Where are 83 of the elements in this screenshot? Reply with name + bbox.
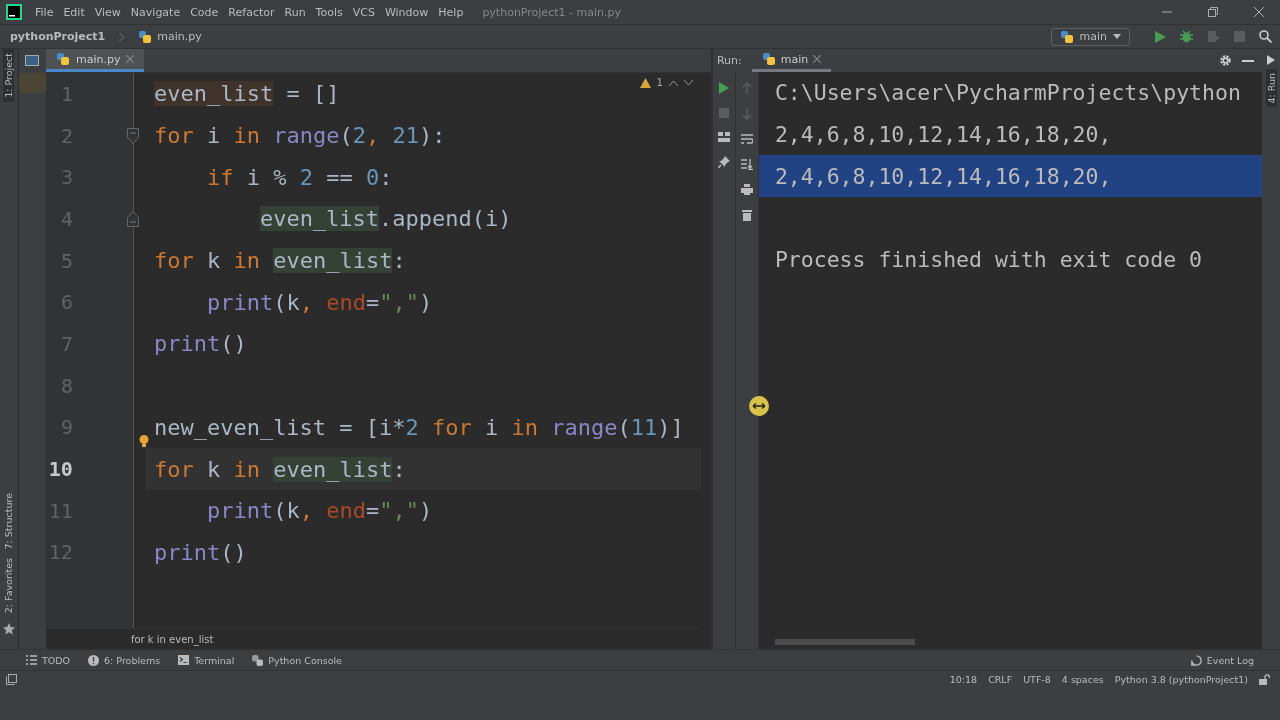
- code-breadcrumb[interactable]: for k in even_list: [130, 633, 214, 645]
- bulb-icon[interactable]: [138, 434, 149, 447]
- editor-tab[interactable]: main.py: [45, 49, 145, 72]
- close-icon[interactable]: [813, 55, 822, 63]
- bug-icon[interactable]: [1180, 30, 1193, 43]
- status-item[interactable]: 10:18: [949, 674, 978, 685]
- python-icon: [761, 52, 776, 66]
- panel-layout-icon[interactable]: [25, 54, 40, 66]
- file-crumb[interactable]: main.py: [157, 30, 202, 43]
- chevron-icon: [119, 31, 125, 42]
- menu-item[interactable]: Run: [279, 5, 311, 19]
- console-line: C:\Users\acer\PycharmProjects\python: [773, 79, 1242, 108]
- favorites-tool-tab[interactable]: 2: Favorites: [3, 553, 15, 617]
- speech-bubble-icon: [1190, 654, 1202, 666]
- fold-icon[interactable]: [127, 127, 140, 144]
- status-item[interactable]: UTF-8: [1023, 674, 1051, 685]
- app-logo-icon: [6, 4, 22, 20]
- rerun-icon[interactable]: [718, 82, 729, 94]
- python-file-icon: [138, 29, 153, 44]
- code-line: if i % 2 == 0:: [205, 163, 394, 192]
- python-file-icon: [55, 52, 70, 66]
- menu-item[interactable]: File: [30, 5, 59, 19]
- menu-item[interactable]: Code: [185, 5, 224, 19]
- console-line: Process finished with exit code 0: [773, 246, 1204, 275]
- status-item[interactable]: Python 3.8 (pythonProject1): [1114, 674, 1248, 685]
- project-crumb[interactable]: pythonProject1: [10, 30, 106, 43]
- warning-count: 1: [656, 77, 663, 88]
- minimize-icon[interactable]: [1242, 59, 1254, 62]
- caret-icon: [1113, 34, 1121, 39]
- list-icon: [26, 655, 37, 665]
- exclamation-icon: [88, 654, 100, 666]
- python-icon: [252, 654, 264, 666]
- trash-icon[interactable]: [741, 209, 752, 221]
- run-icon[interactable]: [1154, 30, 1166, 43]
- tool-window-button[interactable]: 6: Problems: [88, 654, 161, 666]
- menu-item[interactable]: Refactor: [223, 5, 280, 19]
- menu-item[interactable]: Help: [433, 5, 469, 19]
- menu-item[interactable]: Tools: [310, 5, 348, 19]
- menu-item[interactable]: Navigate: [125, 5, 186, 19]
- event-log-button[interactable]: Event Log: [1190, 654, 1254, 666]
- tool-window-button[interactable]: Python Console: [252, 654, 342, 666]
- lock-icon[interactable]: [1259, 674, 1270, 685]
- tool-window-button[interactable]: Terminal: [178, 654, 235, 666]
- window-title: pythonProject1 - main.py: [482, 5, 621, 19]
- menu-item[interactable]: Window: [379, 5, 434, 19]
- print-icon[interactable]: [740, 184, 753, 195]
- code-line: for i in range(2, 21):: [152, 122, 447, 151]
- console-line: 2,4,6,8,10,12,14,16,18,20,: [773, 121, 1113, 150]
- run-config-dropdown[interactable]: main: [1050, 27, 1130, 46]
- scrollbar[interactable]: [774, 639, 915, 645]
- python-icon: [1059, 29, 1074, 44]
- code-line: for k in even_list:: [152, 247, 407, 276]
- run-label: Run:: [716, 54, 742, 67]
- search-icon[interactable]: [1259, 30, 1272, 43]
- run-tool-tab[interactable]: 4: Run: [1265, 69, 1277, 108]
- layout-icon[interactable]: [717, 132, 730, 142]
- settings-icon[interactable]: [1219, 54, 1232, 67]
- menu-item[interactable]: Edit: [58, 5, 90, 19]
- code-line: print(k, end=","): [205, 497, 434, 526]
- code-line: print(): [152, 330, 248, 359]
- fold-icon[interactable]: [127, 210, 140, 227]
- restore-icon[interactable]: [1208, 7, 1218, 17]
- code-line: print(k, end=","): [205, 288, 434, 317]
- status-item[interactable]: CRLF: [988, 674, 1013, 685]
- code-line: even_list.append(i): [258, 205, 513, 234]
- project-tool-tab[interactable]: 1: Project: [3, 49, 15, 102]
- scroll-to-end-icon[interactable]: [740, 159, 753, 170]
- soft-wrap-icon[interactable]: [740, 134, 753, 145]
- tool-windows-icon[interactable]: [6, 674, 17, 685]
- pin-icon[interactable]: [717, 156, 730, 168]
- status-item[interactable]: 4 spaces: [1061, 674, 1104, 685]
- code-line: print(): [152, 538, 248, 567]
- close-icon[interactable]: [1254, 7, 1264, 17]
- terminal-icon: [178, 655, 190, 665]
- menu-item[interactable]: VCS: [347, 5, 380, 19]
- star-icon[interactable]: [3, 623, 15, 635]
- code-line: new_even_list = [i*2 for i in range(11)]: [152, 413, 685, 442]
- play-icon[interactable]: [1267, 55, 1275, 65]
- line-number: 10: [47, 457, 73, 482]
- menu-item[interactable]: View: [89, 5, 126, 19]
- tool-window-button[interactable]: TODO: [26, 654, 71, 666]
- structure-tool-tab[interactable]: 7: Structure: [3, 489, 15, 554]
- warning-icon[interactable]: [639, 77, 651, 88]
